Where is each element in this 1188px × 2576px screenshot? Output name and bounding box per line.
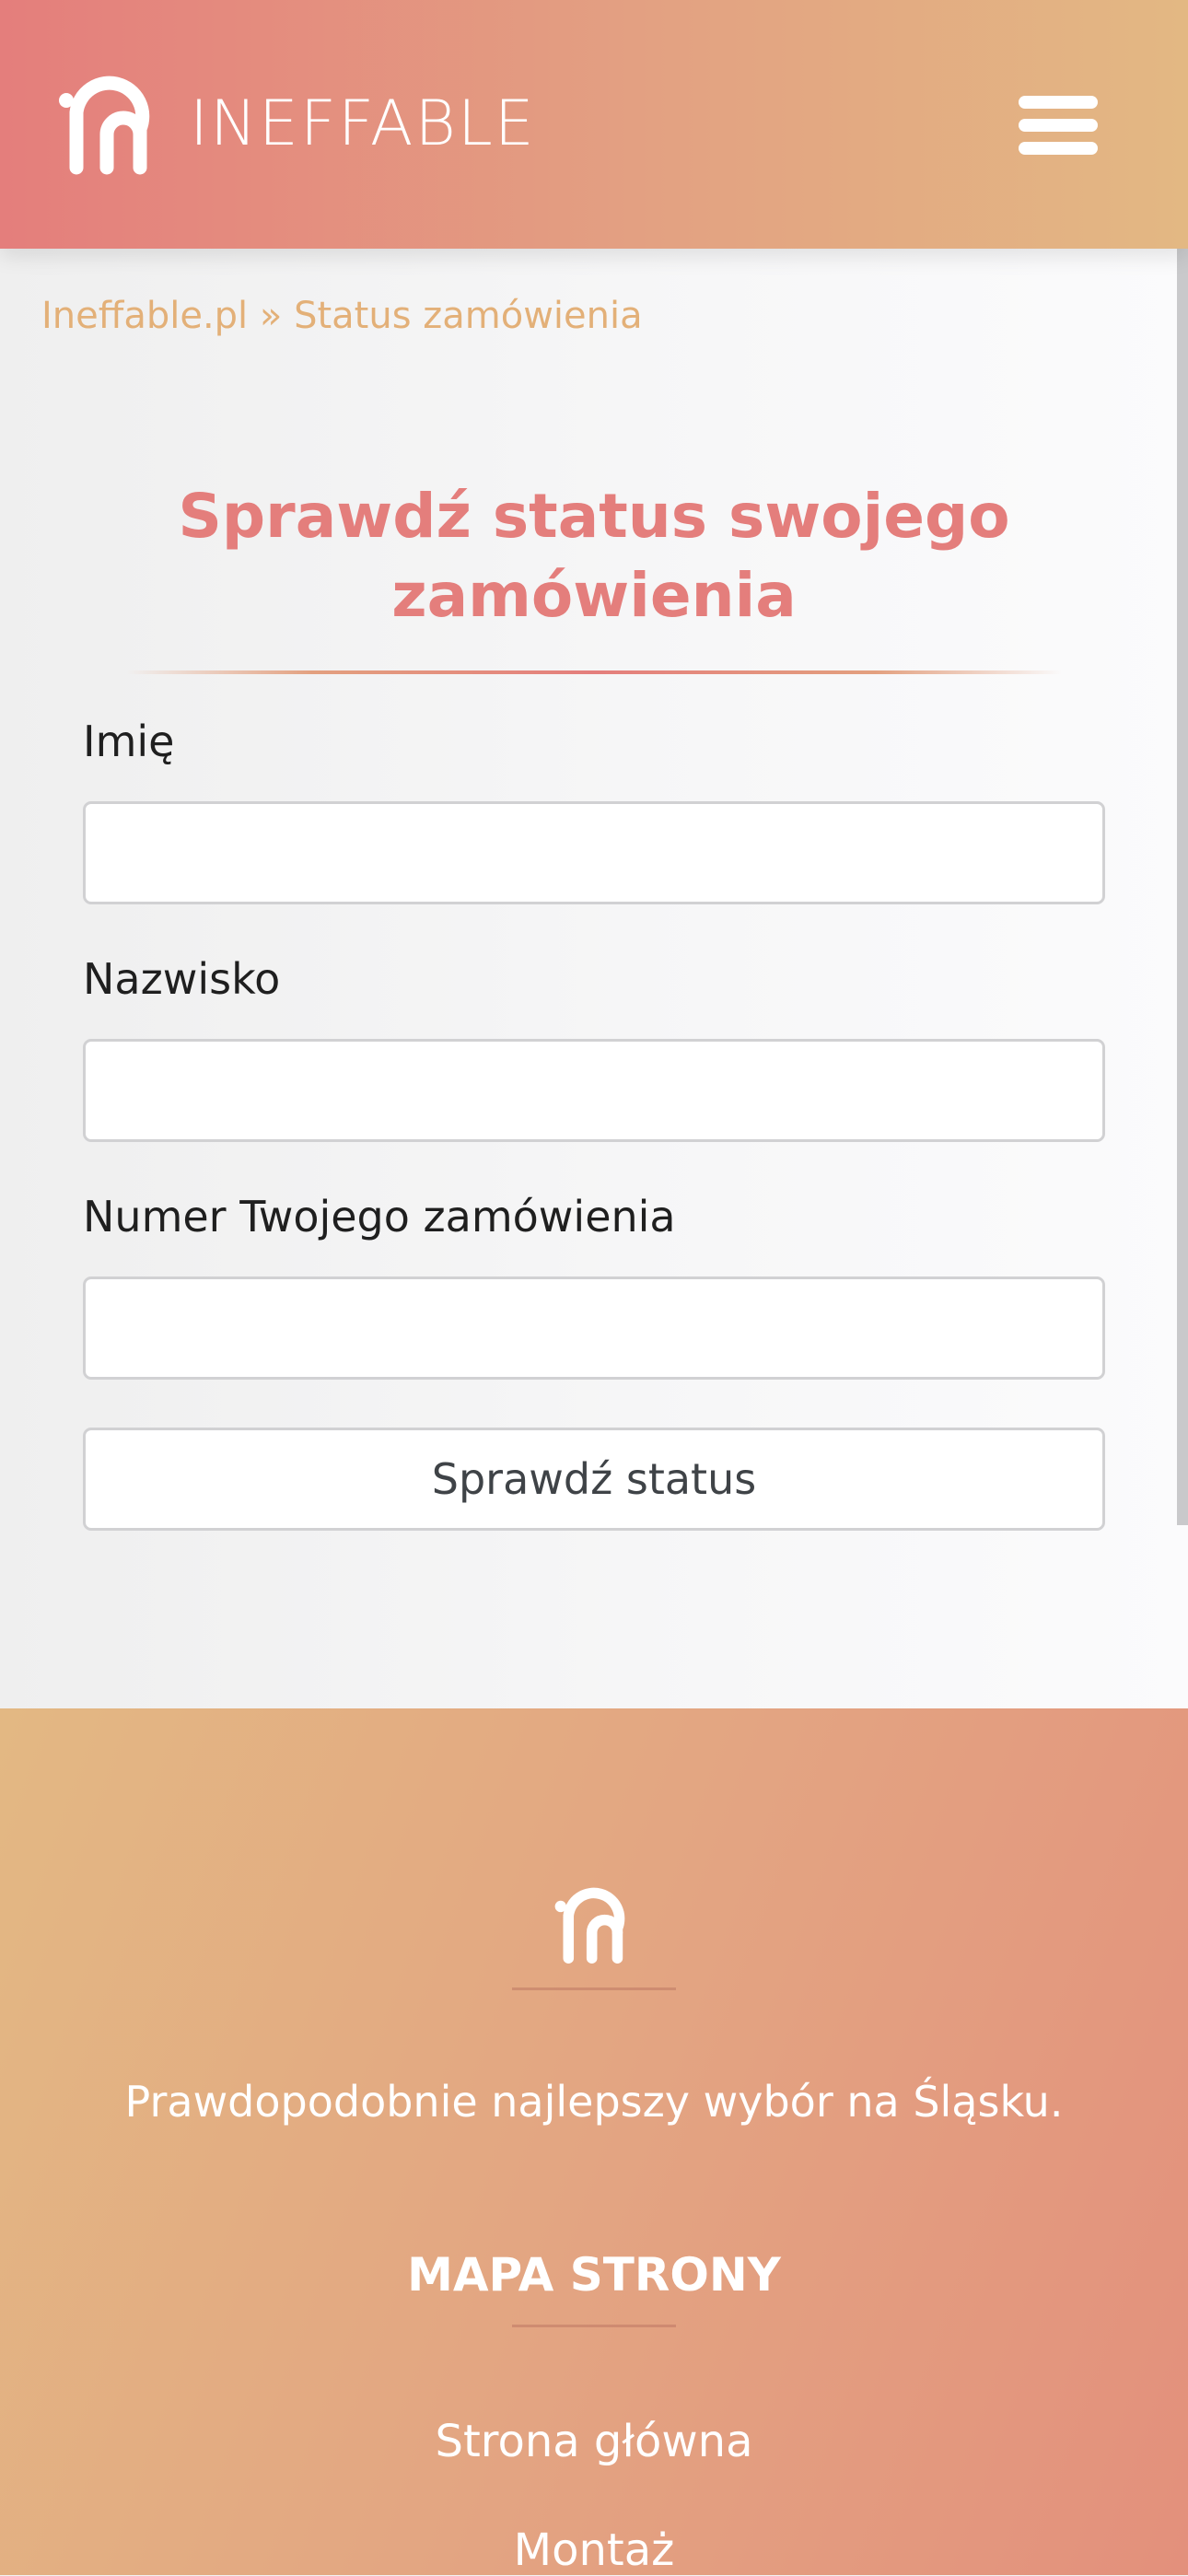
first-name-input[interactable] [83,801,1105,904]
menu-bar [1019,119,1098,132]
menu-bar [1019,96,1098,109]
sitemap-divider [512,2325,676,2327]
footer-link-home[interactable]: Strona główna [0,2416,1188,2467]
last-name-label: Nazwisko [83,954,281,1004]
sitemap-heading: MAPA STRONY [407,2248,781,2302]
main-content: Ineffable.pl » Status zamówienia Sprawdź… [0,249,1188,1708]
ineffable-footer-logo-icon [554,1887,625,1964]
ineffable-logo-icon [59,76,150,175]
brand-name: INEFFABLE [190,87,536,160]
order-number-label: Numer Twojego zamówienia [83,1192,676,1241]
check-status-button[interactable]: Sprawdź status [83,1428,1105,1531]
first-name-label: Imię [83,717,175,766]
hamburger-menu-icon[interactable] [1019,96,1098,155]
page-title: Sprawdź status swojego zamówienia [178,481,1010,631]
menu-bar [1019,142,1098,155]
title-divider [126,670,1062,674]
order-number-input[interactable] [83,1276,1105,1380]
footer-link-montaz[interactable]: Montaż [0,2524,1188,2576]
brand-logo-link[interactable]: INEFFABLE [53,68,536,181]
site-header: INEFFABLE [0,0,1188,249]
breadcrumb-current: Status zamówienia [294,295,643,337]
page-scrollbar[interactable] [1177,249,1188,1525]
breadcrumb-home-link[interactable]: Ineffable.pl [41,295,248,337]
footer-tagline: Prawdopodobnie najlepszy wybór na Śląsku… [124,2077,1064,2127]
breadcrumb: Ineffable.pl » Status zamówienia [41,295,643,337]
breadcrumb-separator: » [248,295,295,337]
site-footer: Prawdopodobnie najlepszy wybór na Śląsku… [0,1708,1188,2576]
footer-logo-divider [512,1987,676,1990]
last-name-input[interactable] [83,1039,1105,1142]
